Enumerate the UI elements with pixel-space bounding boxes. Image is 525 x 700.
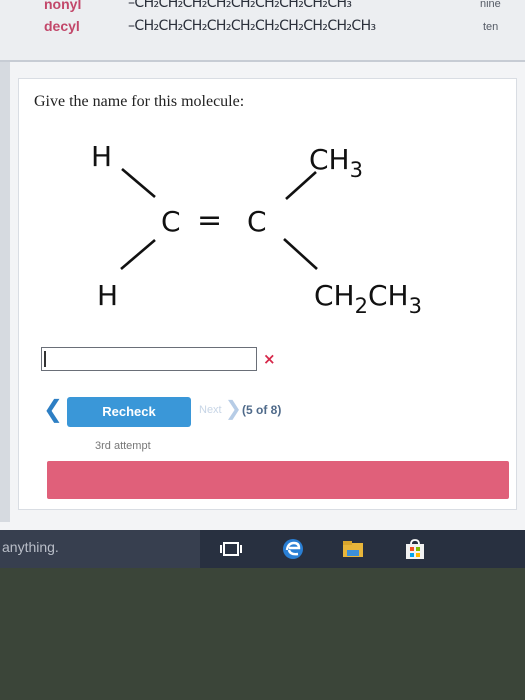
- group-ethyl: CH2CH3: [314, 279, 422, 318]
- bond-h-bottom: [120, 239, 156, 270]
- monitor-bezel: [0, 568, 525, 700]
- edge-browser-icon[interactable]: [280, 536, 306, 562]
- reference-word-nine: nine: [480, 0, 501, 10]
- decyl-chain-formula: –CH₂CH₂CH₂CH₂CH₂CH₂CH₂CH₂CH₂CH₃: [128, 18, 376, 34]
- bond-ch3: [285, 171, 317, 200]
- group-ethyl-ch2: CH: [314, 279, 355, 312]
- group-ethyl-sub2: 2: [355, 294, 368, 318]
- file-explorer-icon[interactable]: [340, 536, 366, 562]
- store-icon[interactable]: [402, 536, 428, 562]
- incorrect-mark-icon: ×: [263, 350, 276, 368]
- molecule-structure: H H C = C CH3 CH2CH3: [91, 140, 422, 318]
- double-bond: =: [197, 203, 222, 238]
- task-view-icon[interactable]: [218, 536, 244, 562]
- question-progress: (5 of 8): [242, 403, 282, 417]
- group-ch3-sub: 3: [350, 158, 363, 182]
- group-ch3-ch: CH: [309, 143, 350, 176]
- bond-ethyl: [283, 238, 318, 270]
- bond-h-top: [121, 168, 156, 198]
- atom-h-bottom: H: [97, 279, 118, 312]
- feedback-banner: [47, 461, 509, 499]
- group-ethyl-sub3: 3: [409, 294, 422, 318]
- next-chevron-icon[interactable]: ❯: [225, 398, 242, 418]
- group-ethyl-ch3: CH: [368, 279, 409, 312]
- atom-c-left: C: [161, 205, 181, 238]
- question-card: Give the name for this molecule: H H C =…: [18, 78, 517, 510]
- reference-name-decyl: decyl: [44, 18, 80, 34]
- screen: nonyl –CH₂CH₂CH₂CH₂CH₂CH₂CH₂CH₂CH₃ nine …: [0, 0, 525, 530]
- text-caret: [44, 351, 46, 367]
- next-button[interactable]: Next: [199, 404, 222, 416]
- attempt-count: 3rd attempt: [95, 440, 151, 452]
- answer-input[interactable]: [41, 347, 257, 371]
- reference-strip: nonyl –CH₂CH₂CH₂CH₂CH₂CH₂CH₂CH₂CH₃ nine …: [0, 0, 525, 62]
- atom-h-top: H: [91, 140, 112, 173]
- atom-c-right: C: [247, 205, 267, 238]
- taskbar-search-box[interactable]: anything.: [0, 530, 200, 568]
- taskbar: anything. a: [0, 530, 525, 568]
- group-ch3: CH3: [309, 143, 363, 182]
- search-placeholder: anything.: [2, 539, 59, 555]
- nonyl-chain-formula: –CH₂CH₂CH₂CH₂CH₂CH₂CH₂CH₂CH₃: [128, 0, 352, 11]
- left-scroll-gutter: [0, 62, 10, 522]
- reference-name-nonyl: nonyl: [44, 0, 82, 12]
- recheck-button[interactable]: Recheck: [67, 397, 191, 427]
- back-chevron-icon[interactable]: ❮: [43, 397, 63, 421]
- reference-word-ten: ten: [483, 21, 499, 33]
